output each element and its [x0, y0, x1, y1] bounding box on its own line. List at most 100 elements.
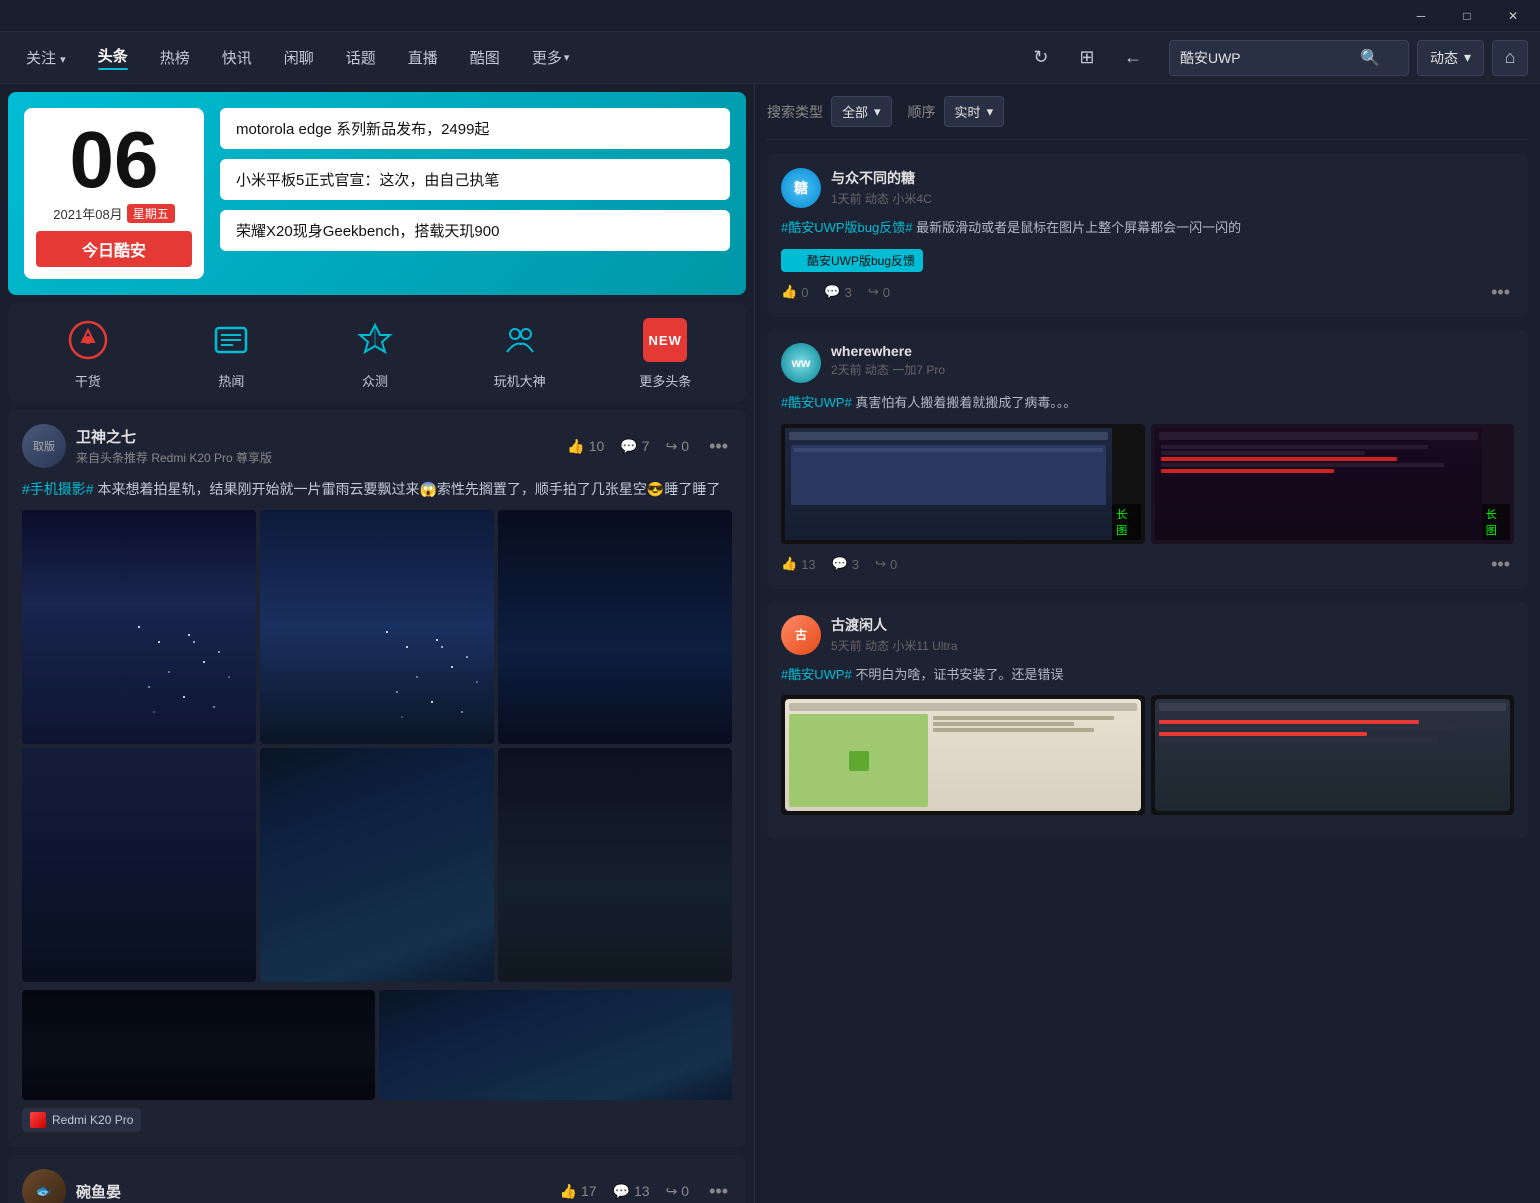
type-filter-select[interactable]: 全部 ▾ — [831, 96, 892, 127]
back-button[interactable]: ← — [1115, 40, 1151, 76]
tab-live[interactable]: 直播 — [394, 41, 452, 74]
result-time-3: 5天前 动态 小米11 Ultra — [831, 637, 1514, 654]
quicknav-geek[interactable]: 玩机大神 — [494, 315, 546, 390]
tab-follow[interactable]: 关注 ▾ — [12, 41, 80, 74]
post-image-1-6[interactable] — [498, 748, 732, 982]
search-icon[interactable]: 🔍 — [1360, 48, 1380, 68]
quick-nav: 干货 热闻 — [8, 303, 746, 402]
like-action-2[interactable]: 👍 13 — [781, 556, 816, 572]
result-img-2-1[interactable]: 长图 — [781, 424, 1145, 544]
close-button[interactable]: ✕ — [1490, 0, 1536, 32]
result-hashtag-1[interactable]: #酷安UWP版bug反馈# — [781, 220, 912, 235]
result-content-2: #酷安UWP# 真害怕有人搬着搬着就搬成了病毒。。。 — [781, 393, 1514, 414]
quicknav-dry[interactable]: 干货 — [63, 315, 113, 390]
search-input[interactable] — [1180, 50, 1360, 66]
result-tag-1[interactable]: 酷安UWP版bug反馈 — [781, 249, 923, 272]
long-badge-2-2: 长图 — [1482, 504, 1510, 540]
nav-tabs: 关注 ▾ 头条 热榜 快讯 闲聊 话题 直播 酷图 更多 ▾ — [12, 39, 1023, 76]
weekday-badge: 星期五 — [127, 204, 175, 223]
result-img-3-1[interactable] — [781, 695, 1145, 815]
filter-type-group: 搜索类型 全部 ▾ — [767, 96, 892, 127]
hashtag-1[interactable]: #手机摄影# — [22, 481, 94, 497]
result-hashtag-3[interactable]: #酷安UWP# — [781, 667, 852, 682]
refresh-button[interactable]: ↻ — [1023, 40, 1059, 76]
post-image-1-8[interactable] — [379, 990, 732, 1100]
title-bar: ─ □ ✕ — [0, 0, 1540, 32]
tab-topic[interactable]: 话题 — [332, 41, 390, 74]
result-meta-3: 古渡闲人 5天前 动态 小米11 Ultra — [831, 615, 1514, 654]
news-item-3[interactable]: 荣耀X20现身Geekbench，搭载天玑900 — [220, 210, 730, 251]
result-avatar-3: 古 — [781, 615, 821, 655]
tab-hot[interactable]: 热榜 — [146, 41, 204, 74]
dry-icon — [63, 315, 113, 365]
tab-chat[interactable]: 闲聊 — [270, 41, 328, 74]
share-action-1[interactable]: ↪ 0 — [868, 284, 890, 300]
more-options-1[interactable]: ••• — [705, 436, 732, 457]
switch-button[interactable]: ⊞ — [1069, 40, 1105, 76]
like-action-1[interactable]: 👍 0 — [781, 284, 808, 300]
tab-more[interactable]: 更多 ▾ — [518, 41, 584, 74]
quicknav-hotnews[interactable]: 热闻 — [206, 315, 256, 390]
order-filter-label: 顺序 — [908, 102, 936, 122]
left-panel: 06 2021年08月 星期五 今日酷安 motorola edge 系列新品发… — [0, 84, 755, 1203]
result-img-2-2[interactable]: 长图 — [1151, 424, 1515, 544]
news-item-1[interactable]: motorola edge 系列新品发布，2499起 — [220, 108, 730, 149]
post-image-1-1[interactable] — [22, 510, 256, 744]
search-box[interactable]: 🔍 — [1169, 40, 1409, 76]
post-content-1: #手机摄影# 本来想着拍星轨，结果刚开始就一片雷雨云要飘过来😱索性先搁置了，顺手… — [22, 478, 732, 500]
result-images-3 — [781, 695, 1514, 815]
search-area: 🔍 动态 ▾ ⌂ — [1169, 40, 1528, 76]
quicknav-more[interactable]: NEW 更多头条 — [639, 315, 691, 390]
news-item-2[interactable]: 小米平板5正式官宣：这次，由自己执笔 — [220, 159, 730, 200]
dynamic-button[interactable]: 动态 ▾ — [1417, 40, 1484, 76]
post-images-1 — [22, 510, 732, 982]
order-filter-select[interactable]: 实时 ▾ — [944, 96, 1005, 127]
result-header-3: 古 古渡闲人 5天前 动态 小米11 Ultra — [781, 615, 1514, 655]
tab-headline[interactable]: 头条 — [84, 39, 142, 76]
share-action-2[interactable]: ↪ 0 — [875, 556, 897, 572]
dynamic-label: 动态 — [1430, 48, 1458, 68]
post-image-1-4[interactable] — [22, 748, 256, 982]
avatar-2: 🐟 — [22, 1169, 66, 1203]
share-button-2[interactable]: ↪ 0 — [666, 1183, 690, 1200]
comment-button-2[interactable]: 💬 13 — [613, 1183, 650, 1200]
post-images-1b — [22, 990, 732, 1100]
comment-action-1[interactable]: 💬 3 — [824, 284, 851, 300]
comment-action-2[interactable]: 💬 3 — [832, 556, 859, 572]
more-options-2[interactable]: ••• — [705, 1181, 732, 1202]
search-filters: 搜索类型 全部 ▾ 顺序 实时 ▾ — [767, 96, 1528, 140]
post-header-2: 🐟 碗鱼晏 👍 17 💬 13 ↪ 0 ••• — [22, 1169, 732, 1203]
result-hashtag-2[interactable]: #酷安UWP# — [781, 395, 852, 410]
tab-cool[interactable]: 酷图 — [456, 41, 514, 74]
home-button[interactable]: ⌂ — [1492, 40, 1528, 76]
like-button-1[interactable]: 👍 10 — [567, 438, 604, 455]
post-image-1-3[interactable] — [498, 510, 732, 744]
tab-news[interactable]: 快讯 — [208, 41, 266, 74]
post-actions-2: 👍 17 💬 13 ↪ 0 ••• — [560, 1181, 732, 1202]
result-author-1: 与众不同的糖 — [831, 168, 1514, 188]
like-button-2[interactable]: 👍 17 — [560, 1183, 597, 1200]
dry-label: 干货 — [75, 371, 101, 390]
share-button-1[interactable]: ↪ 0 — [666, 438, 690, 455]
post-image-1-2[interactable] — [260, 510, 494, 744]
result-actions-1: 👍 0 💬 3 ↪ 0 ••• — [781, 282, 1514, 303]
result-meta-2: wherewhere 2天前 动态 一加7 Pro — [831, 343, 1514, 378]
result-content-3: #酷安UWP# 不明白为啥，证书安装了。还是错误 — [781, 665, 1514, 686]
date-number: 06 — [70, 120, 159, 200]
more-label: 更多头条 — [639, 371, 691, 390]
more-options-r2[interactable]: ••• — [1487, 554, 1514, 575]
quicknav-test[interactable]: 众测 — [350, 315, 400, 390]
result-author-3: 古渡闲人 — [831, 615, 1514, 635]
news-list: motorola edge 系列新品发布，2499起 小米平板5正式官宣：这次，… — [220, 108, 730, 251]
more-options-r1[interactable]: ••• — [1487, 282, 1514, 303]
result-img-3-2[interactable] — [1151, 695, 1515, 815]
post-image-1-7[interactable] — [22, 990, 375, 1100]
comment-button-1[interactable]: 💬 7 — [620, 438, 649, 455]
tag-icon-1 — [789, 253, 803, 267]
minimize-button[interactable]: ─ — [1398, 0, 1444, 32]
result-author-2: wherewhere — [831, 343, 1514, 359]
date-info: 2021年08月 星期五 — [53, 204, 174, 223]
geek-label: 玩机大神 — [494, 371, 546, 390]
post-image-1-5[interactable] — [260, 748, 494, 982]
maximize-button[interactable]: □ — [1444, 0, 1490, 32]
